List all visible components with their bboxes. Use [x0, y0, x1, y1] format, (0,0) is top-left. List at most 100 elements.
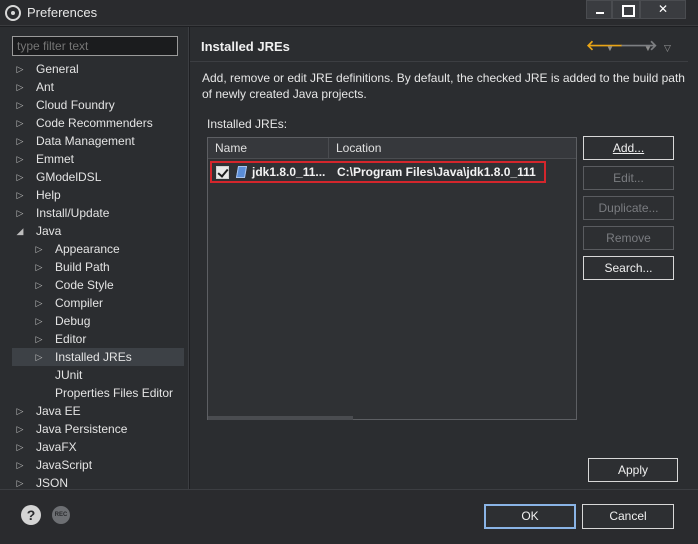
- horizontal-scrollbar[interactable]: [208, 416, 353, 420]
- tree-item-label: General: [36, 62, 79, 76]
- collapsed-arrow-icon[interactable]: ▷: [34, 294, 44, 312]
- tree-item-label: JUnit: [55, 368, 83, 382]
- tree-item[interactable]: ▷ Java Persistence: [12, 420, 184, 438]
- collapsed-arrow-icon[interactable]: [34, 366, 44, 384]
- view-menu-icon[interactable]: ▽: [664, 40, 671, 56]
- preferences-sidebar: ▷ General ▷ Ant ▷ Cloud Foundry ▷ Code Recommen…: [0, 27, 189, 490]
- tree-item-label: Compiler: [55, 296, 104, 310]
- collapsed-arrow-icon[interactable]: ▷: [15, 78, 25, 96]
- jre-library-icon: [235, 166, 248, 178]
- maximize-button[interactable]: [612, 0, 640, 19]
- tree-item[interactable]: ▷ Code Recommenders: [12, 114, 184, 132]
- page-description: Add, remove or edit JRE definitions. By …: [202, 71, 685, 101]
- tree-item[interactable]: ▷ Compiler: [12, 294, 184, 312]
- tree-item[interactable]: Properties Files Editor: [12, 384, 184, 402]
- collapsed-arrow-icon[interactable]: ▷: [15, 150, 25, 168]
- expanded-arrow-icon[interactable]: ◢: [15, 222, 25, 240]
- collapsed-arrow-icon[interactable]: ▷: [34, 330, 44, 348]
- collapsed-arrow-icon[interactable]: ▷: [34, 258, 44, 276]
- tree-item[interactable]: ▷ Debug: [12, 312, 184, 330]
- tree-item[interactable]: ▷ Code Style: [12, 276, 184, 294]
- collapsed-arrow-icon[interactable]: ▷: [15, 402, 25, 420]
- tree-item-label: Install/Update: [36, 206, 110, 220]
- column-header-name[interactable]: Name: [215, 141, 247, 155]
- tree-item[interactable]: ▷ Emmet: [12, 150, 184, 168]
- collapsed-arrow-icon[interactable]: ▷: [15, 420, 25, 438]
- tree-item-label: Appearance: [55, 242, 120, 256]
- tree-item[interactable]: ▷ GModelDSL: [12, 168, 184, 186]
- tree-item-label: Data Management: [36, 134, 135, 148]
- tree-item-label: Editor: [55, 332, 87, 346]
- tree-item-label: JavaScript: [36, 458, 93, 472]
- tree-item[interactable]: ▷ Java EE: [12, 402, 184, 420]
- jre-checkbox[interactable]: [216, 166, 229, 179]
- tree-item[interactable]: ▷ JavaFX: [12, 438, 184, 456]
- ok-button[interactable]: OK: [484, 504, 576, 529]
- remove-button[interactable]: Remove: [583, 226, 674, 250]
- cancel-button[interactable]: Cancel: [582, 504, 674, 529]
- tree-item[interactable]: ▷ Help: [12, 186, 184, 204]
- minimize-button[interactable]: [586, 0, 612, 19]
- tree-item[interactable]: ▷ Installed JREs: [12, 348, 184, 366]
- tree-item[interactable]: ◢ Java: [12, 222, 184, 240]
- column-header-location[interactable]: Location: [336, 141, 381, 155]
- collapsed-arrow-icon[interactable]: ▷: [15, 60, 25, 78]
- tree-item-label: Java Persistence: [36, 422, 128, 436]
- collapsed-arrow-icon[interactable]: ▷: [15, 114, 25, 132]
- collapsed-arrow-icon[interactable]: ▷: [15, 186, 25, 204]
- tree-item-label: GModelDSL: [36, 170, 102, 184]
- collapsed-arrow-icon[interactable]: ▷: [15, 456, 25, 474]
- apply-button[interactable]: Apply: [588, 458, 678, 482]
- forward-dropdown-icon[interactable]: ▼: [644, 41, 652, 57]
- collapsed-arrow-icon[interactable]: ▷: [15, 168, 25, 186]
- table-row[interactable]: jdk1.8.0_11... C:\Program Files\Java\jdk…: [210, 161, 546, 183]
- filter-input[interactable]: [12, 36, 178, 56]
- back-dropdown-icon[interactable]: ▼: [606, 41, 614, 57]
- dialog-button-bar: ? REC OK Cancel: [0, 489, 698, 544]
- tree-item[interactable]: ▷ JavaScript: [12, 456, 184, 474]
- collapsed-arrow-icon[interactable]: ▷: [15, 96, 25, 114]
- column-divider[interactable]: [328, 138, 329, 159]
- jres-table: Name Location jdk1.8.0_11... C:\Program …: [207, 137, 577, 420]
- tree-item[interactable]: ▷ Install/Update: [12, 204, 184, 222]
- tree-item-label: Emmet: [36, 152, 75, 166]
- search-button[interactable]: Search...: [583, 256, 674, 280]
- background-editor-edge: [688, 27, 698, 489]
- window-title: Preferences: [27, 5, 98, 20]
- help-icon[interactable]: ?: [21, 505, 41, 525]
- collapsed-arrow-icon[interactable]: ▷: [15, 204, 25, 222]
- page-title: Installed JREs: [201, 39, 290, 54]
- collapsed-arrow-icon[interactable]: ▷: [34, 312, 44, 330]
- page-header: Installed JREs 🡐 ▼ 🡒 ▼ ▽: [190, 27, 698, 62]
- collapsed-arrow-icon[interactable]: ▷: [34, 240, 44, 258]
- collapsed-arrow-icon[interactable]: ▷: [34, 348, 44, 366]
- duplicate-button[interactable]: Duplicate...: [583, 196, 674, 220]
- tree-item[interactable]: ▷ General: [12, 60, 184, 78]
- tree-item[interactable]: ▷ Data Management: [12, 132, 184, 150]
- tree-item-label: Debug: [55, 314, 91, 328]
- collapsed-arrow-icon[interactable]: ▷: [15, 438, 25, 456]
- eclipse-icon: [5, 5, 21, 21]
- tree-item[interactable]: ▷ Cloud Foundry: [12, 96, 184, 114]
- jre-location-cell: C:\Program Files\Java\jdk1.8.0_111: [337, 165, 536, 179]
- tree-item-label: Build Path: [55, 260, 110, 274]
- add-button[interactable]: Add...: [583, 136, 674, 160]
- preference-page: Installed JREs 🡐 ▼ 🡒 ▼ ▽ Add, remove or …: [190, 27, 698, 489]
- tree-item-label: Code Style: [55, 278, 114, 292]
- back-arrow-icon[interactable]: 🡐: [586, 37, 624, 53]
- collapsed-arrow-icon[interactable]: [34, 384, 44, 402]
- tree-item[interactable]: JUnit: [12, 366, 184, 384]
- record-macro-icon[interactable]: REC: [52, 506, 70, 524]
- tree-item-label: Help: [36, 188, 61, 202]
- close-button[interactable]: ✕: [640, 0, 686, 19]
- tree-item[interactable]: ▷ Editor: [12, 330, 184, 348]
- tree-item[interactable]: ▷ Build Path: [12, 258, 184, 276]
- installed-jres-label: Installed JREs:: [207, 117, 288, 131]
- collapsed-arrow-icon[interactable]: ▷: [34, 276, 44, 294]
- tree-item[interactable]: ▷ Appearance: [12, 240, 184, 258]
- collapsed-arrow-icon[interactable]: ▷: [15, 132, 25, 150]
- tree-item-label: Java EE: [36, 404, 81, 418]
- edit-button[interactable]: Edit...: [583, 166, 674, 190]
- tree-item[interactable]: ▷ Ant: [12, 78, 184, 96]
- tree-item-label: Cloud Foundry: [36, 98, 115, 112]
